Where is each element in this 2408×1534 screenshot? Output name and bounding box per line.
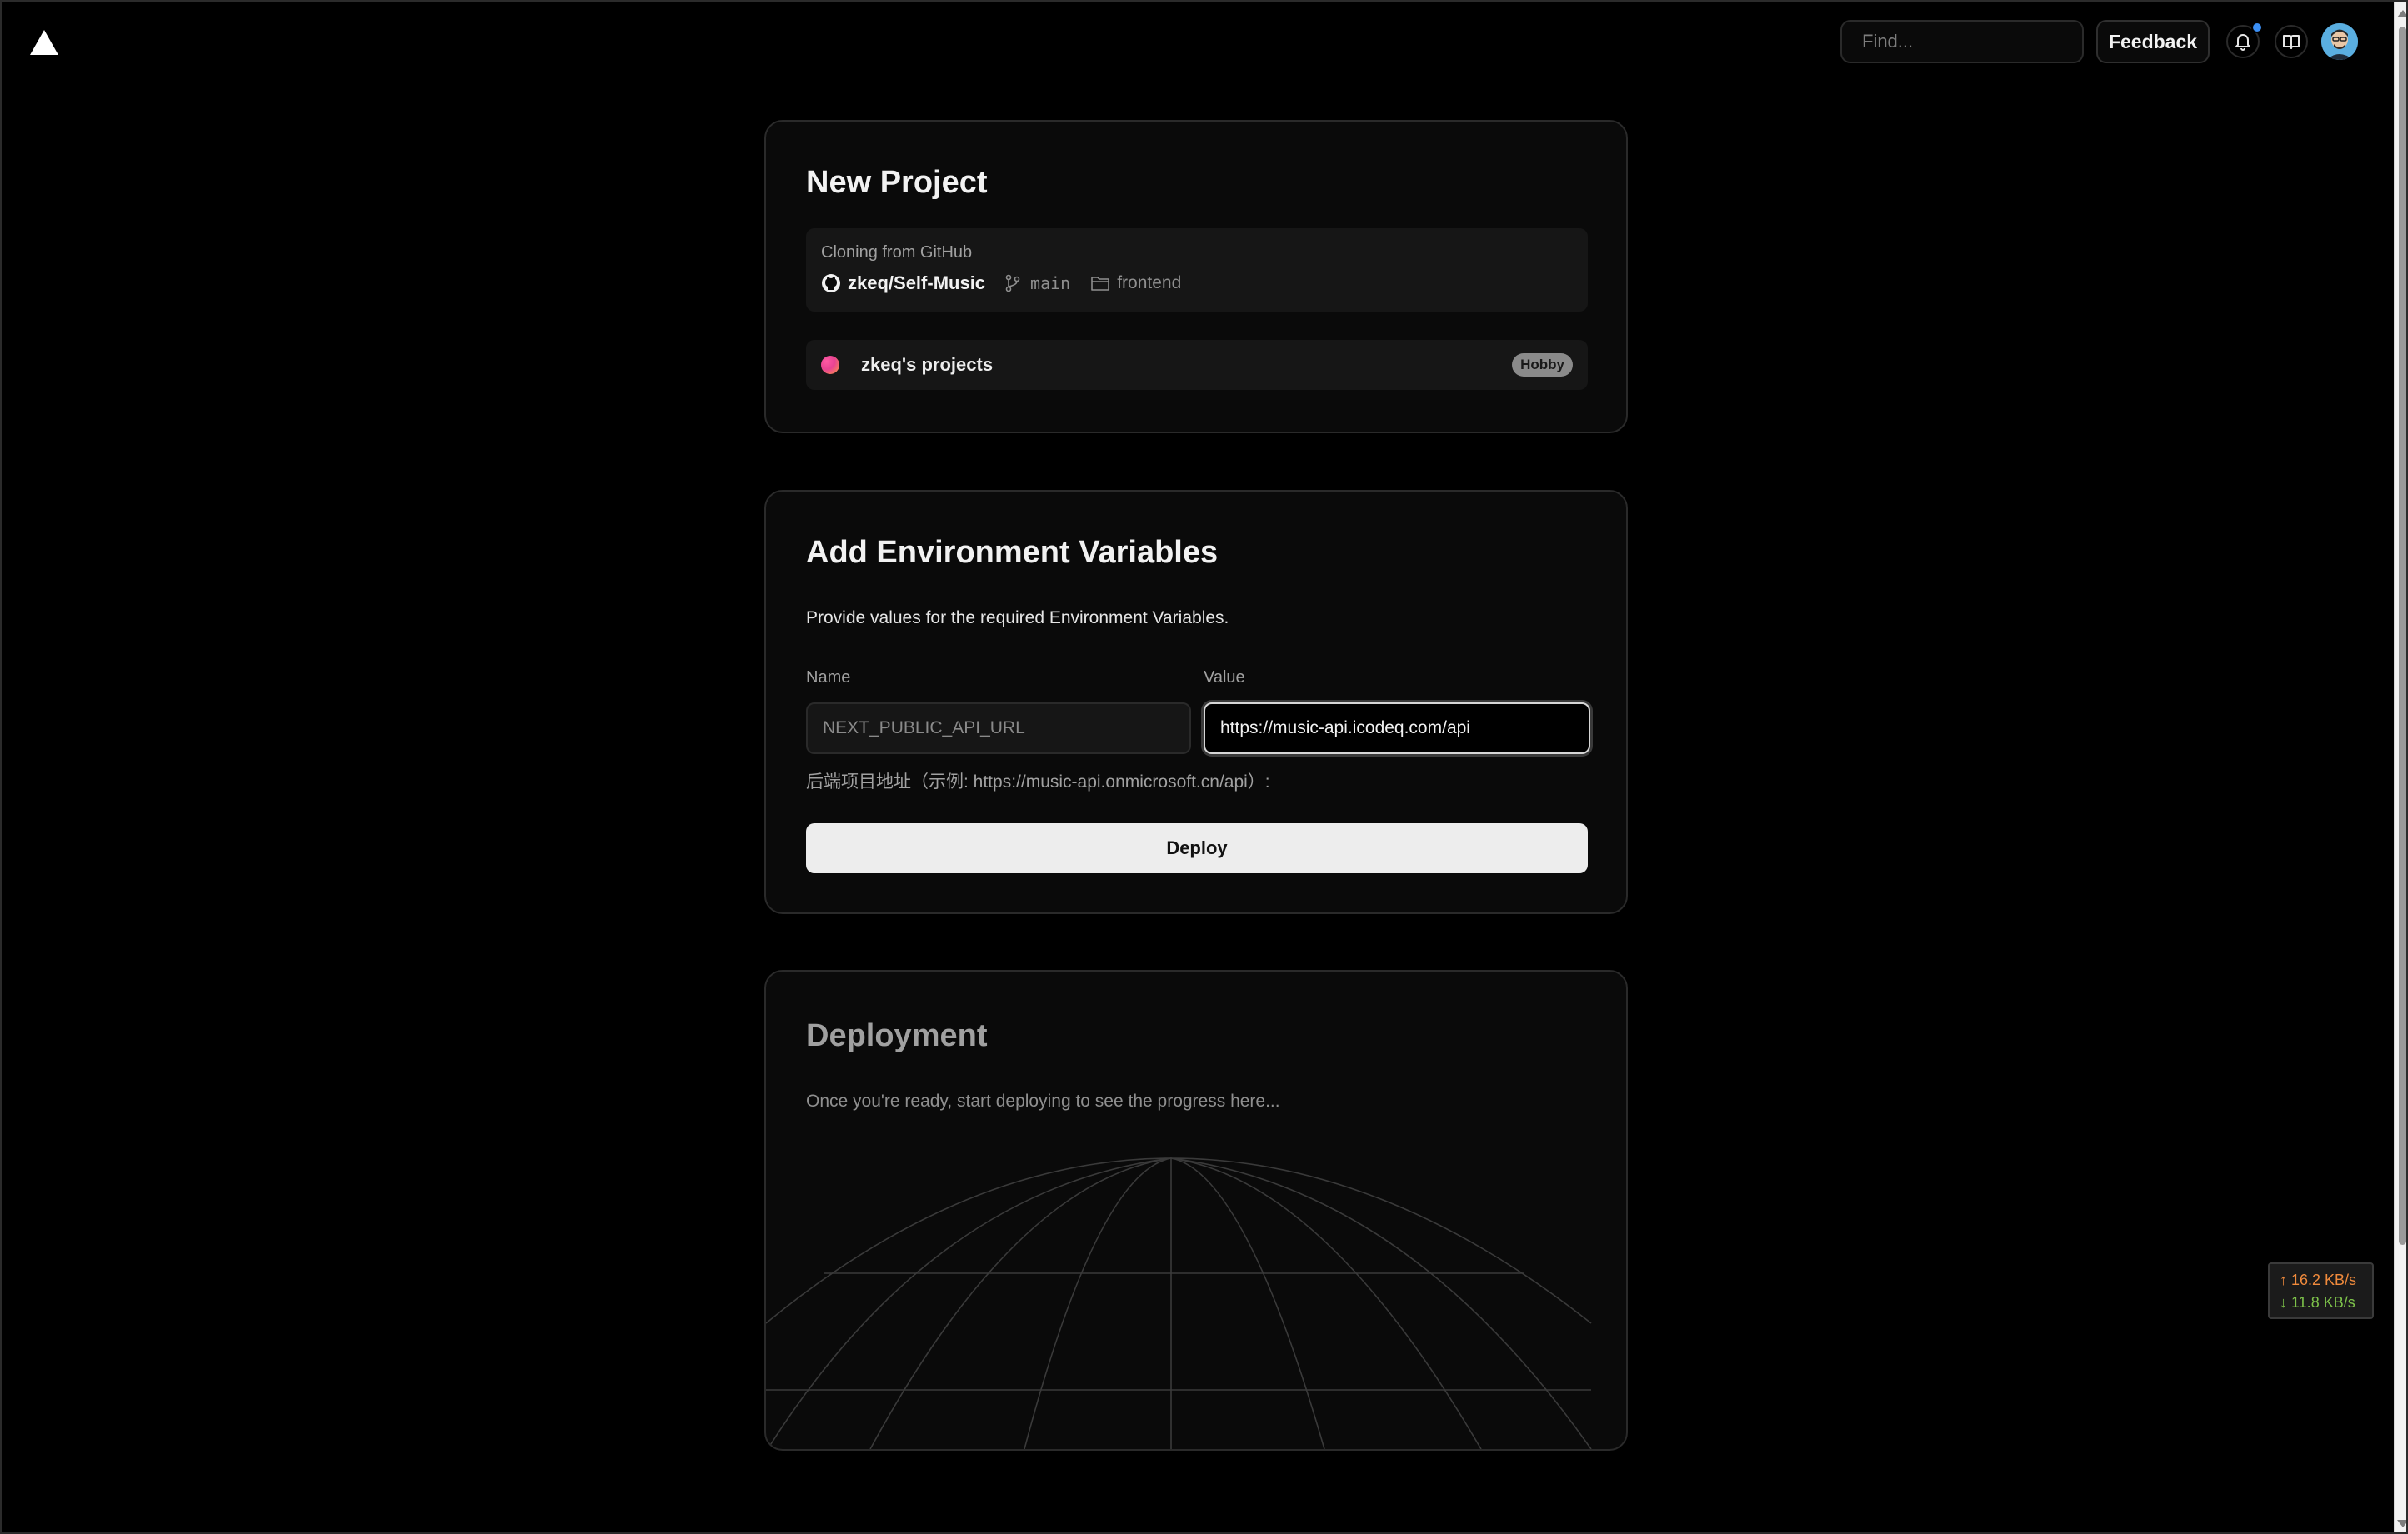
deployment-card: Deployment Once you're ready, start depl…: [764, 970, 1628, 1451]
notification-dot: [2251, 22, 2263, 33]
globe-grid-graphic: [766, 1157, 1592, 1449]
env-vars-description: Provide values for the required Environm…: [806, 608, 1229, 627]
github-icon: [822, 274, 840, 292]
scroll-down-arrow-icon[interactable]: [2397, 1520, 2406, 1527]
team-avatar: [821, 356, 839, 374]
env-vars-card: Add Environment Variables Provide values…: [764, 490, 1628, 914]
notifications-button[interactable]: [2226, 22, 2263, 58]
bell-icon: [2235, 34, 2250, 51]
avatar-face-icon: [2321, 23, 2358, 60]
env-var-hint: 后端项目地址（示例: https://music-api.onmicrosoft…: [806, 772, 1270, 792]
user-avatar[interactable]: [2321, 23, 2358, 60]
deploy-button[interactable]: Deploy: [806, 823, 1588, 873]
clone-source-box: Cloning from GitHub zkeq/Self-Music main: [806, 228, 1588, 312]
branch-name: main: [1030, 273, 1071, 293]
env-vars-title: Add Environment Variables: [806, 535, 1219, 570]
feedback-button[interactable]: Feedback: [2096, 20, 2210, 63]
search-box[interactable]: F: [1840, 20, 2115, 63]
repo-row: zkeq/Self-Music main frontend: [821, 270, 1181, 297]
branch-icon: [1005, 274, 1020, 292]
book-icon: [2283, 35, 2300, 49]
top-header: F Feedback: [2, 2, 2394, 82]
env-name-field[interactable]: [806, 702, 1191, 754]
env-value-field[interactable]: [1204, 702, 1590, 754]
new-project-title: New Project: [806, 165, 988, 200]
vercel-logo-icon[interactable]: [30, 30, 58, 55]
network-speed-widget: ↑ 16.2 KB/s ↓ 11.8 KB/s: [2268, 1262, 2374, 1319]
clone-label: Cloning from GitHub: [821, 243, 973, 262]
page-scrollbar[interactable]: [2394, 2, 2406, 1532]
download-speed: ↓ 11.8 KB/s: [2280, 1294, 2355, 1311]
root-directory: frontend: [1117, 273, 1182, 292]
scroll-up-arrow-icon[interactable]: [2397, 10, 2406, 17]
new-project-card: New Project Cloning from GitHub zkeq/Sel…: [764, 120, 1628, 433]
value-label: Value: [1204, 668, 1245, 687]
repo-name[interactable]: zkeq/Self-Music: [848, 272, 985, 294]
team-selector[interactable]: zkeq's projects Hobby: [806, 340, 1588, 390]
name-label: Name: [806, 668, 851, 687]
docs-button[interactable]: [2275, 25, 2308, 58]
upload-speed: ↑ 16.2 KB/s: [2280, 1272, 2357, 1288]
browser-page: F Feedback: [0, 0, 2408, 1534]
team-name: zkeq's projects: [861, 354, 994, 375]
plan-badge: Hobby: [1512, 353, 1573, 377]
search-input[interactable]: [1862, 31, 2102, 52]
scroll-thumb[interactable]: [2399, 27, 2406, 1245]
folder-icon: [1091, 277, 1110, 291]
